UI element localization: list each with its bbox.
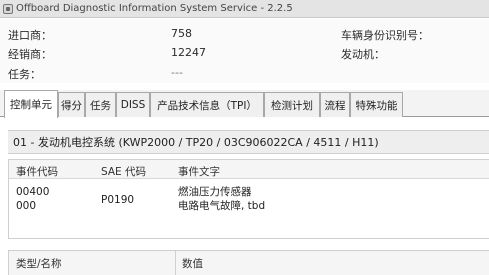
tab-test-plan[interactable]: 检测计划	[264, 92, 320, 117]
vin-label: 车辆身份识别号：	[341, 29, 429, 42]
info-header: 进口商： 758 经销商： 12247 任务： --- 车辆身份识别号： 发动机…	[0, 19, 489, 83]
fault-memory-table: 事件代码 SAE 代码 事件文字 00400 000 P0190 燃油压力传感器…	[8, 159, 489, 239]
task-value: ---	[171, 66, 183, 79]
sae-code: P0190	[101, 194, 135, 206]
tab-bar: 控制单元 得分 任务 DISS 产品技术信息（TPI） 检测计划 流程 特殊功能	[0, 90, 489, 118]
dealer-value: 12247	[171, 46, 206, 59]
tab-tasks[interactable]: 任务	[85, 92, 116, 117]
tab-diss[interactable]: DISS	[116, 92, 150, 117]
column-type-name[interactable]: 类型/名称	[16, 256, 62, 271]
event-code: 00400	[16, 186, 50, 198]
tab-process[interactable]: 流程	[320, 92, 350, 117]
event-text-line2: 电路电气故障, tbd	[178, 200, 266, 212]
column-sae-code[interactable]: SAE 代码	[101, 164, 146, 179]
system-title[interactable]: 01 - 发动机电控系统 (KWP2000 / TP20 / 03C906022…	[8, 130, 489, 154]
importer-label: 进口商：	[8, 29, 52, 42]
importer-value: 758	[171, 27, 192, 40]
title-bar: Offboard Diagnostic Information System S…	[0, 0, 489, 18]
tab-control-units[interactable]: 控制单元	[4, 90, 58, 118]
dealer-label: 经销商：	[8, 48, 52, 61]
column-event-text[interactable]: 事件文字	[178, 164, 220, 179]
type-value-table-header: 类型/名称 数值	[8, 250, 489, 275]
fault-table-header: 事件代码 SAE 代码 事件文字	[9, 160, 489, 179]
task-label: 任务：	[8, 68, 41, 81]
column-event-code[interactable]: 事件代码	[16, 164, 58, 179]
control-unit-panel: 01 - 发动机电控系统 (KWP2000 / TP20 / 03C906022…	[0, 118, 489, 275]
event-code-sub: 000	[16, 200, 37, 212]
column-value[interactable]: 数值	[182, 256, 203, 271]
engine-label: 发动机：	[341, 48, 385, 61]
tab-tpi[interactable]: 产品技术信息（TPI）	[150, 92, 264, 117]
tab-special-functions[interactable]: 特殊功能	[350, 92, 403, 117]
tab-score[interactable]: 得分	[58, 92, 85, 117]
window-title: Offboard Diagnostic Information System S…	[16, 3, 293, 14]
app-icon	[3, 3, 13, 14]
column-divider	[175, 251, 176, 275]
event-text-line1: 燃油压力传感器	[178, 186, 252, 198]
